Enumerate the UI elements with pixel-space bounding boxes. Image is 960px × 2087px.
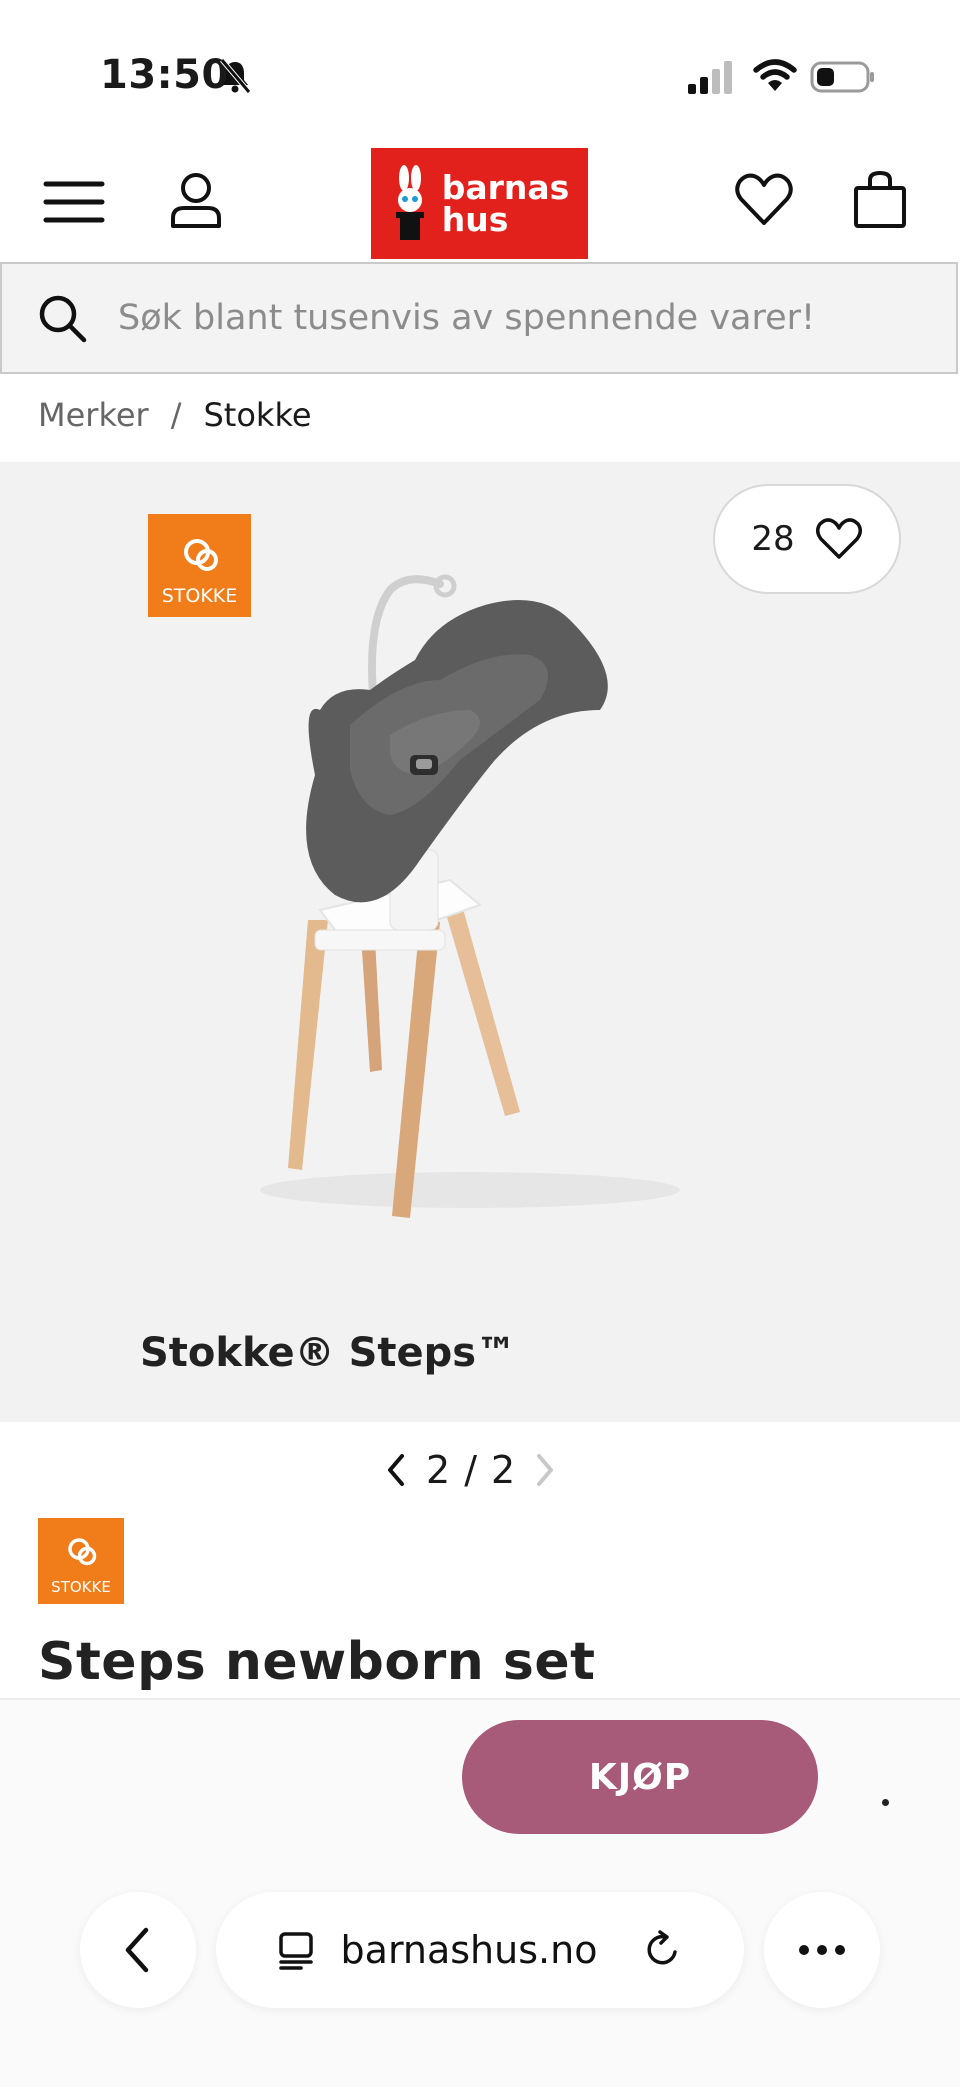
breadcrumb-link-merker[interactable]: Merker <box>38 396 149 434</box>
brand-badge-small-text: STOKKE <box>51 1578 111 1596</box>
menu-icon[interactable] <box>42 170 106 234</box>
wishlist-heart-icon[interactable] <box>732 168 796 232</box>
chevron-right-icon[interactable] <box>529 1450 561 1490</box>
browser-more-button[interactable] <box>764 1892 880 2008</box>
breadcrumb-current-stokke: Stokke <box>203 396 312 434</box>
browser-back-button[interactable] <box>80 1892 196 2008</box>
shopping-bag-icon[interactable] <box>848 168 912 232</box>
indicator-dot <box>882 1799 889 1806</box>
search-input[interactable] <box>116 297 920 339</box>
chevron-left-icon[interactable] <box>380 1450 412 1490</box>
brand-badge-text: STOKKE <box>162 585 238 607</box>
user-account-icon[interactable] <box>164 168 228 232</box>
bell-muted-icon <box>220 58 251 94</box>
logo-text-line1: barnas <box>441 167 570 207</box>
battery-icon <box>810 61 874 93</box>
cellular-signal-icon <box>688 61 732 94</box>
search-bar[interactable] <box>0 262 958 374</box>
breadcrumb-separator: / <box>170 396 182 434</box>
wifi-icon <box>753 59 797 91</box>
logo-text-line2: hus <box>441 199 509 239</box>
browser-address-bar[interactable]: barnashus.no <box>216 1892 744 2008</box>
bunny-hat-logo-icon <box>395 164 424 240</box>
more-dots-icon <box>799 1945 845 1955</box>
search-icon <box>39 295 87 343</box>
breadcrumb: Merker / Stokke <box>38 396 312 434</box>
gallery-pager: 2 / 2 <box>380 1448 561 1492</box>
favorite-count-button[interactable]: 28 <box>713 484 901 594</box>
tabs-overview-icon[interactable] <box>275 1928 319 1972</box>
reload-icon[interactable] <box>641 1928 685 1972</box>
stokke-brand-logo: STOKKE <box>148 514 251 617</box>
product-photo-steps-newborn-set <box>260 574 680 1218</box>
status-time: 13:50 <box>100 52 230 98</box>
heart-icon <box>815 518 862 559</box>
barnashus-logo[interactable]: barnas hus <box>371 148 588 259</box>
stokke-brand-logo-small[interactable]: STOKKE <box>38 1518 124 1604</box>
pager-current: 2 <box>426 1448 451 1492</box>
buy-button[interactable]: KJØP <box>462 1720 818 1834</box>
favorite-count: 28 <box>751 519 795 559</box>
pager-separator: / <box>464 1448 477 1492</box>
product-title: Steps newborn set <box>38 1632 596 1692</box>
browser-url[interactable]: barnashus.no <box>341 1928 598 1972</box>
pager-total: 2 <box>491 1448 516 1492</box>
chevron-back-icon <box>125 1927 149 1973</box>
image-caption: Stokke® Steps™ <box>140 1330 517 1376</box>
